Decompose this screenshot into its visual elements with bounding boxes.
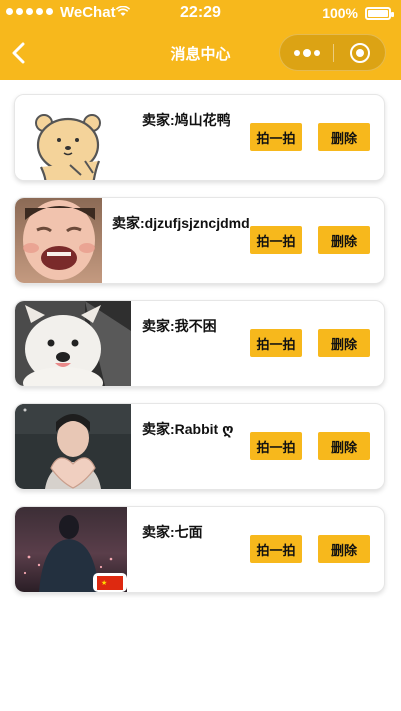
close-button[interactable]	[334, 35, 386, 70]
heart-hands-avatar	[15, 404, 131, 489]
message-card[interactable]: ★ 卖家:七面 拍一拍 删除	[14, 506, 385, 593]
delete-button[interactable]: 删除	[318, 226, 370, 254]
back-button[interactable]	[8, 42, 30, 64]
pat-button[interactable]: 拍一拍	[250, 432, 302, 460]
battery-level: 100%	[322, 5, 358, 21]
pat-button[interactable]: 拍一拍	[250, 329, 302, 357]
top-bar: WeChat 22:29 100% 消息中心	[0, 0, 401, 80]
white-puppy-avatar	[15, 301, 131, 386]
pat-button[interactable]: 拍一拍	[250, 226, 302, 254]
target-close-icon	[350, 42, 370, 63]
message-list: 卖家:鸠山花鸭 拍一拍 删除 卖家:djzufjsjzncjdmd 拍一拍 删除…	[14, 94, 385, 609]
pat-button[interactable]: 拍一拍	[250, 535, 302, 563]
delete-button[interactable]: 删除	[318, 432, 370, 460]
more-button[interactable]	[280, 35, 333, 70]
seller-name: 卖家:鸠山花鸭	[142, 112, 231, 128]
message-card[interactable]: 卖家:鸠山花鸭 拍一拍 删除	[14, 94, 385, 181]
delete-button[interactable]: 删除	[318, 535, 370, 563]
seller-name: 卖家:Rabbit ღ	[142, 421, 234, 437]
delete-button[interactable]: 删除	[318, 123, 370, 151]
more-dots-icon	[293, 49, 300, 56]
chevron-left-icon	[12, 42, 25, 64]
night-silhouette-avatar: ★	[15, 507, 127, 592]
message-card[interactable]: 卖家:djzufjsjzncjdmd 拍一拍 删除	[14, 197, 385, 284]
mini-program-capsule	[279, 34, 386, 71]
svg-text:★: ★	[101, 579, 107, 587]
seller-name: 卖家:djzufjsjzncjdmd	[112, 215, 250, 231]
message-card[interactable]: 卖家:Rabbit ღ 拍一拍 删除	[14, 403, 385, 490]
cartoon-bear-avatar	[15, 95, 115, 180]
crying-baby-avatar	[15, 198, 102, 283]
seller-name: 卖家:七面	[142, 524, 203, 540]
seller-name: 卖家:我不困	[142, 318, 217, 334]
delete-button[interactable]: 删除	[318, 329, 370, 357]
pat-button[interactable]: 拍一拍	[250, 123, 302, 151]
message-card[interactable]: 卖家:我不困 拍一拍 删除	[14, 300, 385, 387]
nav-bar: 消息中心	[0, 28, 401, 80]
battery-icon	[365, 7, 394, 20]
status-bar: WeChat 22:29 100%	[0, 0, 401, 28]
